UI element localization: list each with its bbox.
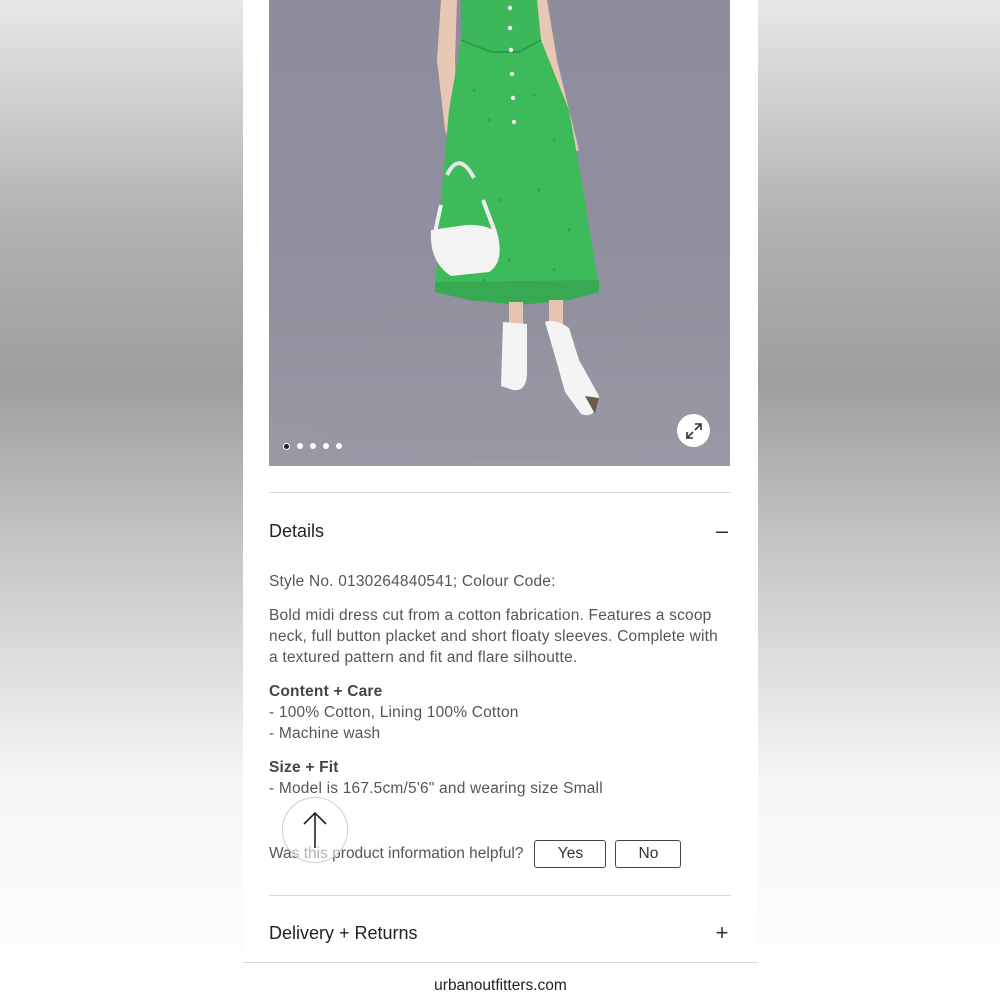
back-to-top-button[interactable] xyxy=(282,797,348,863)
style-number: Style No. 0130264840541; Colour Code: xyxy=(269,573,556,590)
backdrop-left xyxy=(0,0,243,1000)
size-fit-section: Size + Fit - Model is 167.5cm/5'6" and w… xyxy=(269,757,731,799)
divider xyxy=(269,492,731,493)
content-care-heading: Content + Care xyxy=(269,683,383,700)
arrow-up-icon xyxy=(303,811,327,848)
delivery-title: Delivery + Returns xyxy=(269,922,418,943)
carousel-indicator[interactable] xyxy=(283,443,342,450)
size-fit-heading: Size + Fit xyxy=(269,759,339,776)
content-care-item: - Machine wash xyxy=(269,725,381,742)
divider xyxy=(243,962,758,963)
delivery-accordion-header[interactable]: Delivery + Returns + xyxy=(269,922,731,944)
expand-arrows-icon xyxy=(685,422,702,439)
yes-button[interactable]: Yes xyxy=(534,840,607,868)
details-content: Style No. 0130264840541; Colour Code: Bo… xyxy=(269,571,731,812)
product-photo-illustration xyxy=(309,0,729,460)
product-photo[interactable] xyxy=(269,0,730,466)
footer-url: urbanoutfitters.com xyxy=(434,977,567,994)
details-accordion-header[interactable]: Details – xyxy=(269,520,731,542)
content-care-section: Content + Care - 100% Cotton, Lining 100… xyxy=(269,681,731,744)
carousel-dot-2[interactable] xyxy=(297,443,303,449)
carousel-dot-3[interactable] xyxy=(310,443,316,449)
size-fit-item: - Model is 167.5cm/5'6" and wearing size… xyxy=(269,780,603,797)
mobile-page: Details – Style No. 0130264840541; Colou… xyxy=(243,0,758,1000)
carousel-dot-1[interactable] xyxy=(283,443,290,450)
backdrop-right xyxy=(758,0,1000,1000)
details-title: Details xyxy=(269,520,325,541)
no-button[interactable]: No xyxy=(615,840,682,868)
content-care-item: - 100% Cotton, Lining 100% Cotton xyxy=(269,704,519,721)
plus-icon[interactable]: + xyxy=(713,922,731,944)
product-description: Bold midi dress cut from a cotton fabric… xyxy=(269,607,718,666)
minus-icon[interactable]: – xyxy=(713,520,731,542)
carousel-dot-4[interactable] xyxy=(323,443,329,449)
expand-image-button[interactable] xyxy=(677,414,710,447)
divider xyxy=(269,895,731,896)
carousel-dot-5[interactable] xyxy=(336,443,342,449)
